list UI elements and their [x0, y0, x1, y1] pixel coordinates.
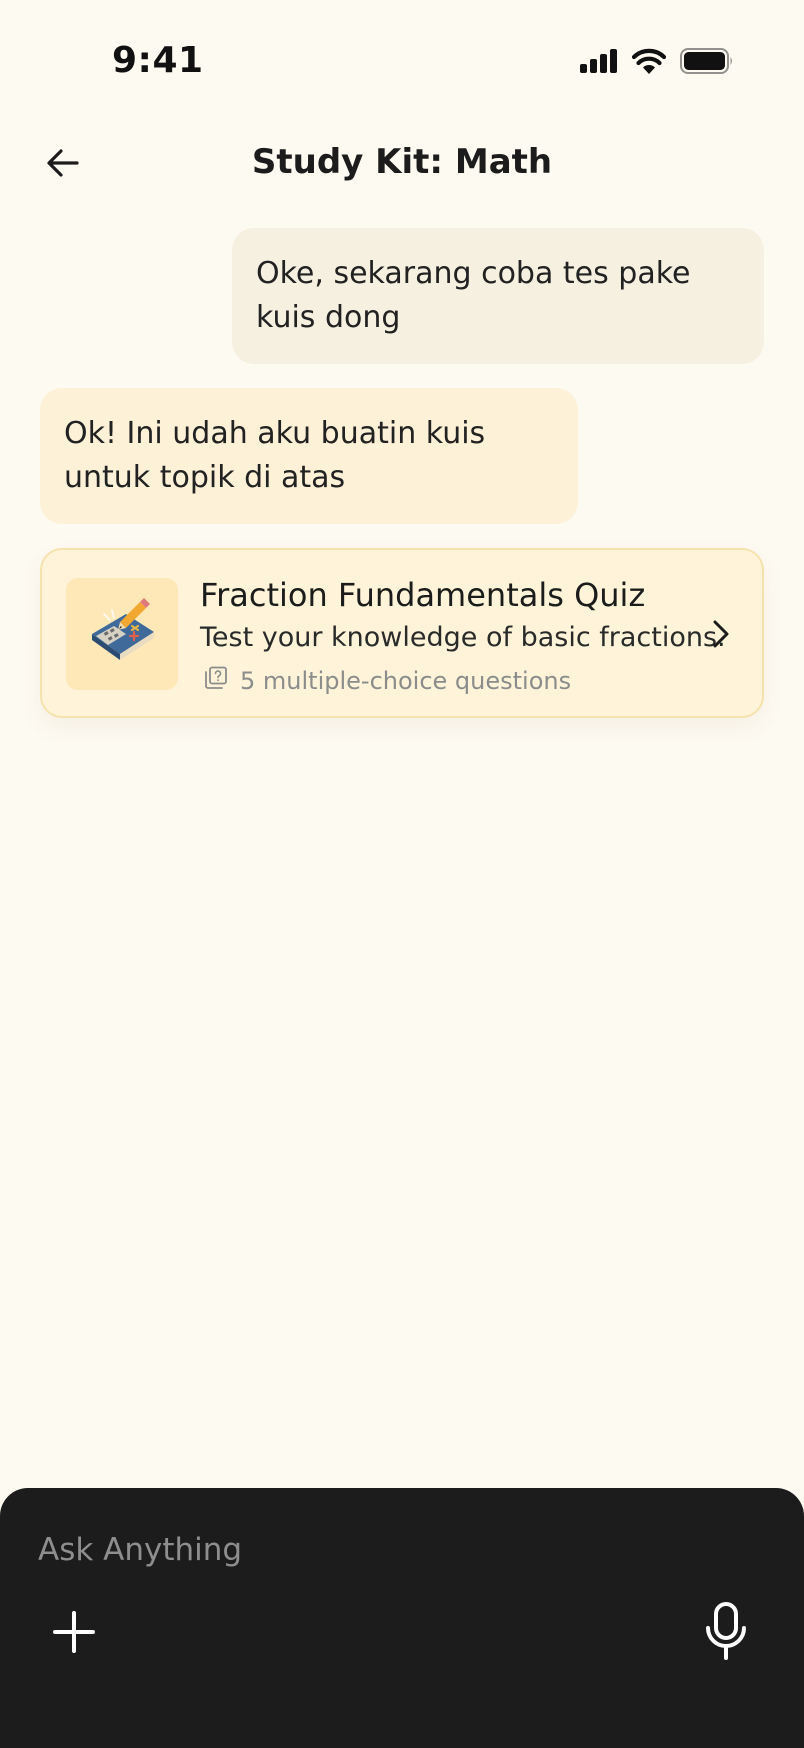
quiz-meta-text: 5 multiple-choice questions	[240, 667, 572, 695]
user-message-bubble: Oke, sekarang coba tes pake kuis dong	[232, 228, 764, 364]
math-book-calculator-icon	[82, 592, 162, 676]
status-icons	[580, 48, 734, 78]
quiz-description: Test your knowledge of basic fractions.	[200, 622, 726, 653]
battery-icon	[680, 48, 734, 78]
wifi-icon	[631, 48, 667, 78]
status-bar: 9:41	[0, 0, 804, 120]
assistant-message-bubble: Ok! Ini udah aku buatin kuis untuk topik…	[40, 388, 578, 524]
header: Study Kit: Math	[0, 130, 804, 200]
quiz-title: Fraction Fundamentals Quiz	[200, 576, 646, 614]
composer-panel	[0, 1488, 804, 1748]
ask-input[interactable]	[38, 1522, 738, 1578]
status-time: 9:41	[112, 40, 204, 81]
page-title: Study Kit: Math	[251, 142, 553, 182]
microphone-button[interactable]	[698, 1600, 754, 1666]
quiz-card[interactable]: Fraction Fundamentals Quiz Test your kno…	[40, 548, 764, 718]
add-attachment-button[interactable]	[48, 1608, 100, 1660]
chat-screen: 9:41 Study Kit: Math Oke, sekarang coba …	[0, 0, 804, 1748]
message-text: Oke, sekarang coba tes pake kuis dong	[256, 256, 691, 335]
message-text: Ok! Ini udah aku buatin kuis untuk topik…	[64, 416, 486, 495]
quiz-thumbnail	[66, 578, 178, 690]
chevron-right-icon	[706, 616, 736, 652]
microphone-icon	[704, 1602, 748, 1664]
quiz-meta: 5 multiple-choice questions	[204, 666, 571, 696]
cellular-signal-icon	[580, 49, 618, 77]
question-cards-icon	[204, 666, 228, 696]
plus-icon	[53, 1611, 95, 1657]
